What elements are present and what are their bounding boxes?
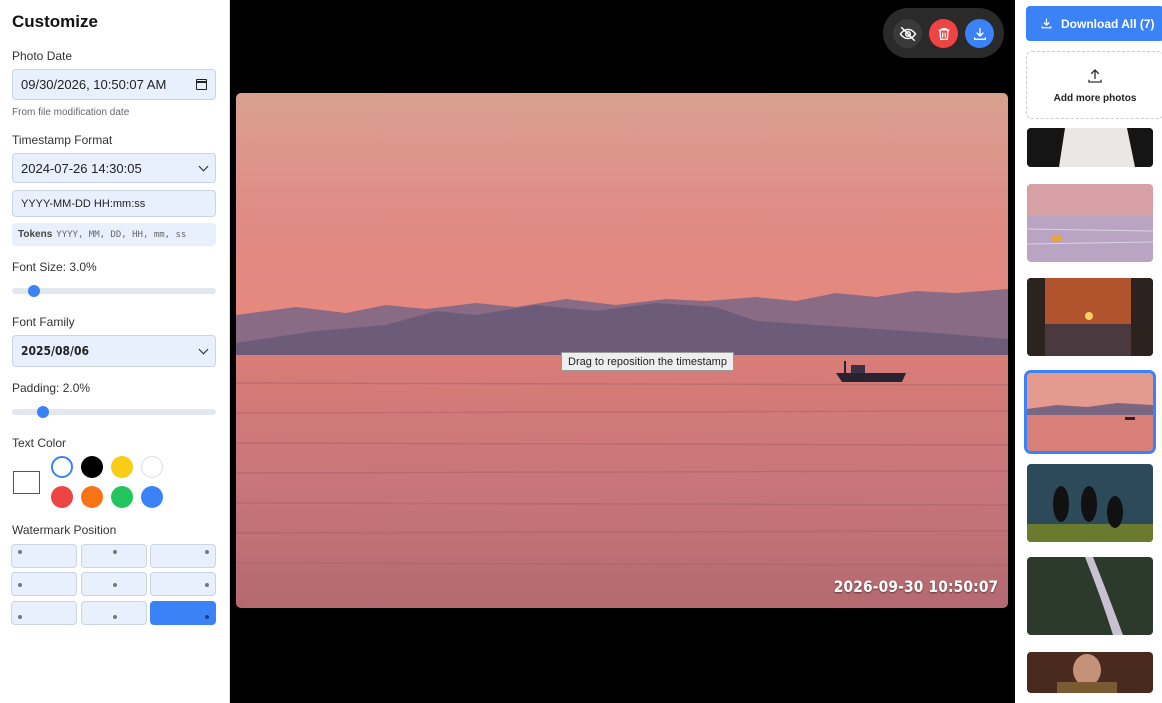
position-middle-right[interactable] <box>150 572 216 596</box>
swatch-black[interactable] <box>81 456 103 478</box>
photo-date-input[interactable]: 09/30/2026, 10:50:07 AM <box>12 69 216 100</box>
download-button[interactable] <box>965 19 994 48</box>
padding-slider[interactable] <box>12 406 216 418</box>
position-top-center[interactable] <box>81 544 147 568</box>
font-size-label: Font Size: 3.0% <box>12 260 97 274</box>
swatch-yellow[interactable] <box>111 456 133 478</box>
photo-preview[interactable]: 2026-09-30 10:50:07 <box>236 93 1008 608</box>
gallery-thumbnail[interactable] <box>1027 128 1153 167</box>
timestamp-format-selected: 2024-07-26 14:30:05 <box>21 160 142 176</box>
position-middle-left[interactable] <box>11 572 77 596</box>
swatch-white-selected[interactable] <box>51 456 73 478</box>
download-icon <box>1041 18 1052 29</box>
tokens-list: YYYY, MM, DD, HH, mm, ss <box>56 229 187 240</box>
sunset-lake-photo <box>236 93 1008 608</box>
position-bottom-right[interactable] <box>150 601 216 625</box>
font-family-selected: 2025/08/06 <box>21 344 89 358</box>
panel-title: Customize <box>12 12 98 31</box>
trash-icon <box>938 27 949 40</box>
gallery-thumbnail[interactable] <box>1027 278 1153 356</box>
photo-date-hint: From file modification date <box>12 107 130 118</box>
swatch-blue[interactable] <box>141 486 163 508</box>
padding-slider-thumb[interactable] <box>37 406 49 418</box>
download-all-button[interactable]: Download All (7) <box>1026 6 1162 41</box>
tokens-label: Tokens <box>18 229 53 240</box>
chevron-down-icon <box>198 344 209 354</box>
position-top-right[interactable] <box>150 544 216 568</box>
text-color-label: Text Color <box>12 436 67 450</box>
gallery-thumbnail[interactable] <box>1027 464 1153 542</box>
tokens-help: Tokens YYYY, MM, DD, HH, mm, ss <box>12 223 216 246</box>
timestamp-overlay[interactable]: 2026-09-30 10:50:07 <box>833 577 998 596</box>
photo-date-label: Photo Date <box>12 49 73 63</box>
hide-preview-button[interactable] <box>893 19 922 48</box>
preview-toolbar <box>883 8 1004 58</box>
padding-label: Padding: 2.0% <box>12 381 91 395</box>
text-color-preview[interactable] <box>13 471 40 494</box>
swatch-orange[interactable] <box>81 486 103 508</box>
gallery-thumbnail[interactable] <box>1027 652 1153 693</box>
swatch-green[interactable] <box>111 486 133 508</box>
font-family-select[interactable]: 2025/08/06 <box>12 335 216 367</box>
download-icon <box>973 27 986 40</box>
photo-date-value: 09/30/2026, 10:50:07 AM <box>21 77 167 92</box>
position-top-left[interactable] <box>11 544 77 568</box>
font-size-slider[interactable] <box>12 285 216 297</box>
upload-icon <box>1088 68 1102 83</box>
delete-button[interactable] <box>929 19 958 48</box>
swatch-red[interactable] <box>51 486 73 508</box>
add-more-photos-button[interactable]: Add more photos <box>1026 51 1162 119</box>
chevron-down-icon <box>198 161 209 171</box>
drag-tooltip: Drag to reposition the timestamp <box>561 352 734 371</box>
gallery-thumbnail-selected[interactable] <box>1024 370 1156 454</box>
swatch-white[interactable] <box>141 456 163 478</box>
add-more-label: Add more photos <box>1053 92 1137 104</box>
position-center[interactable] <box>81 572 147 596</box>
timestamp-pattern-input[interactable]: YYYY-MM-DD HH:mm:ss <box>12 190 216 217</box>
timestamp-format-label: Timestamp Format <box>12 133 113 147</box>
watermark-position-label: Watermark Position <box>12 523 117 537</box>
timestamp-pattern-value: YYYY-MM-DD HH:mm:ss <box>21 197 146 210</box>
position-bottom-center[interactable] <box>81 601 147 625</box>
download-all-label: Download All (7) <box>1061 16 1155 31</box>
gallery-thumbnail[interactable] <box>1027 557 1153 635</box>
position-bottom-left[interactable] <box>11 601 77 625</box>
font-family-label: Font Family <box>12 315 75 329</box>
customize-panel: Customize Photo Date 09/30/2026, 10:50:0… <box>0 0 230 703</box>
calendar-icon[interactable] <box>196 79 207 90</box>
font-size-slider-thumb[interactable] <box>28 285 40 297</box>
gallery-thumbnail[interactable] <box>1027 184 1153 262</box>
timestamp-format-select[interactable]: 2024-07-26 14:30:05 <box>12 153 216 183</box>
eye-off-icon <box>899 26 916 41</box>
